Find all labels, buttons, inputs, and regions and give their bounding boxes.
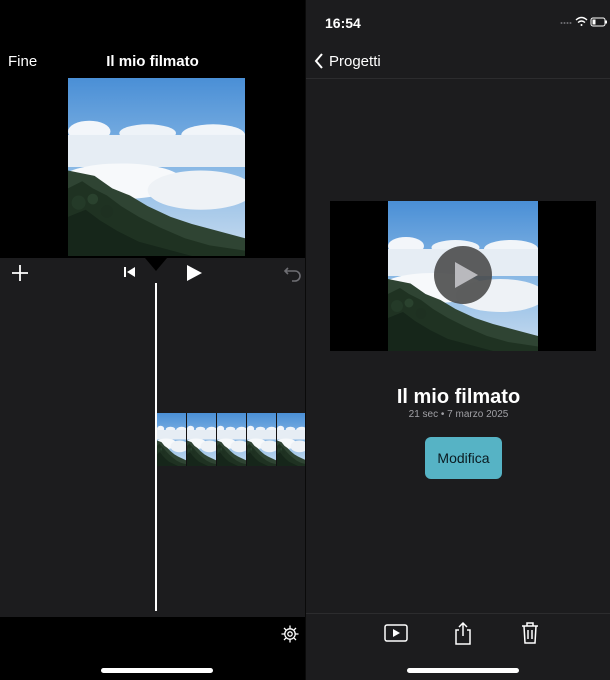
play-overlay-button[interactable] xyxy=(434,246,492,304)
clip-thumbnail xyxy=(157,413,187,466)
skip-to-start-icon[interactable] xyxy=(122,264,138,280)
playhead-line[interactable] xyxy=(155,283,157,611)
project-screen: 16:54 Progetti Il mio filmato 21 sec • 7… xyxy=(305,0,610,680)
project-title: Il mio filmato xyxy=(396,386,521,408)
undo-icon[interactable] xyxy=(282,263,304,283)
play-rectangle-icon[interactable] xyxy=(384,623,408,643)
nav-divider xyxy=(306,78,610,79)
home-indicator[interactable] xyxy=(101,668,213,673)
edit-button[interactable]: Modifica xyxy=(425,437,502,479)
play-icon[interactable] xyxy=(184,263,204,283)
video-preview xyxy=(68,78,245,256)
project-video-player[interactable] xyxy=(330,201,596,351)
clip-thumbnail xyxy=(187,413,217,466)
battery-icon xyxy=(590,17,607,27)
trash-icon[interactable] xyxy=(520,621,540,645)
chevron-left-icon xyxy=(314,53,323,69)
home-indicator[interactable] xyxy=(407,668,519,673)
plus-icon[interactable] xyxy=(10,263,30,283)
share-icon[interactable] xyxy=(453,621,473,646)
playhead-marker xyxy=(145,258,167,271)
timeline-clip[interactable] xyxy=(157,413,305,466)
editor-title: Il mio filmato xyxy=(106,53,199,70)
status-time: 16:54 xyxy=(325,15,361,31)
editor-screen: Fine Il mio filmato xyxy=(0,0,305,680)
status-icons xyxy=(560,15,608,29)
cellular-signal-icon xyxy=(560,22,572,24)
back-label: Progetti xyxy=(329,52,381,70)
clip-thumbnail xyxy=(247,413,277,466)
project-meta: 21 sec • 7 marzo 2025 xyxy=(408,409,509,420)
wifi-icon xyxy=(575,16,588,26)
clip-thumbnail xyxy=(217,413,247,466)
back-button[interactable]: Progetti xyxy=(314,51,381,71)
play-icon xyxy=(455,262,478,288)
clip-thumbnail xyxy=(277,413,305,466)
editor-header: Fine Il mio filmato xyxy=(0,0,305,80)
gear-icon[interactable] xyxy=(280,624,300,644)
